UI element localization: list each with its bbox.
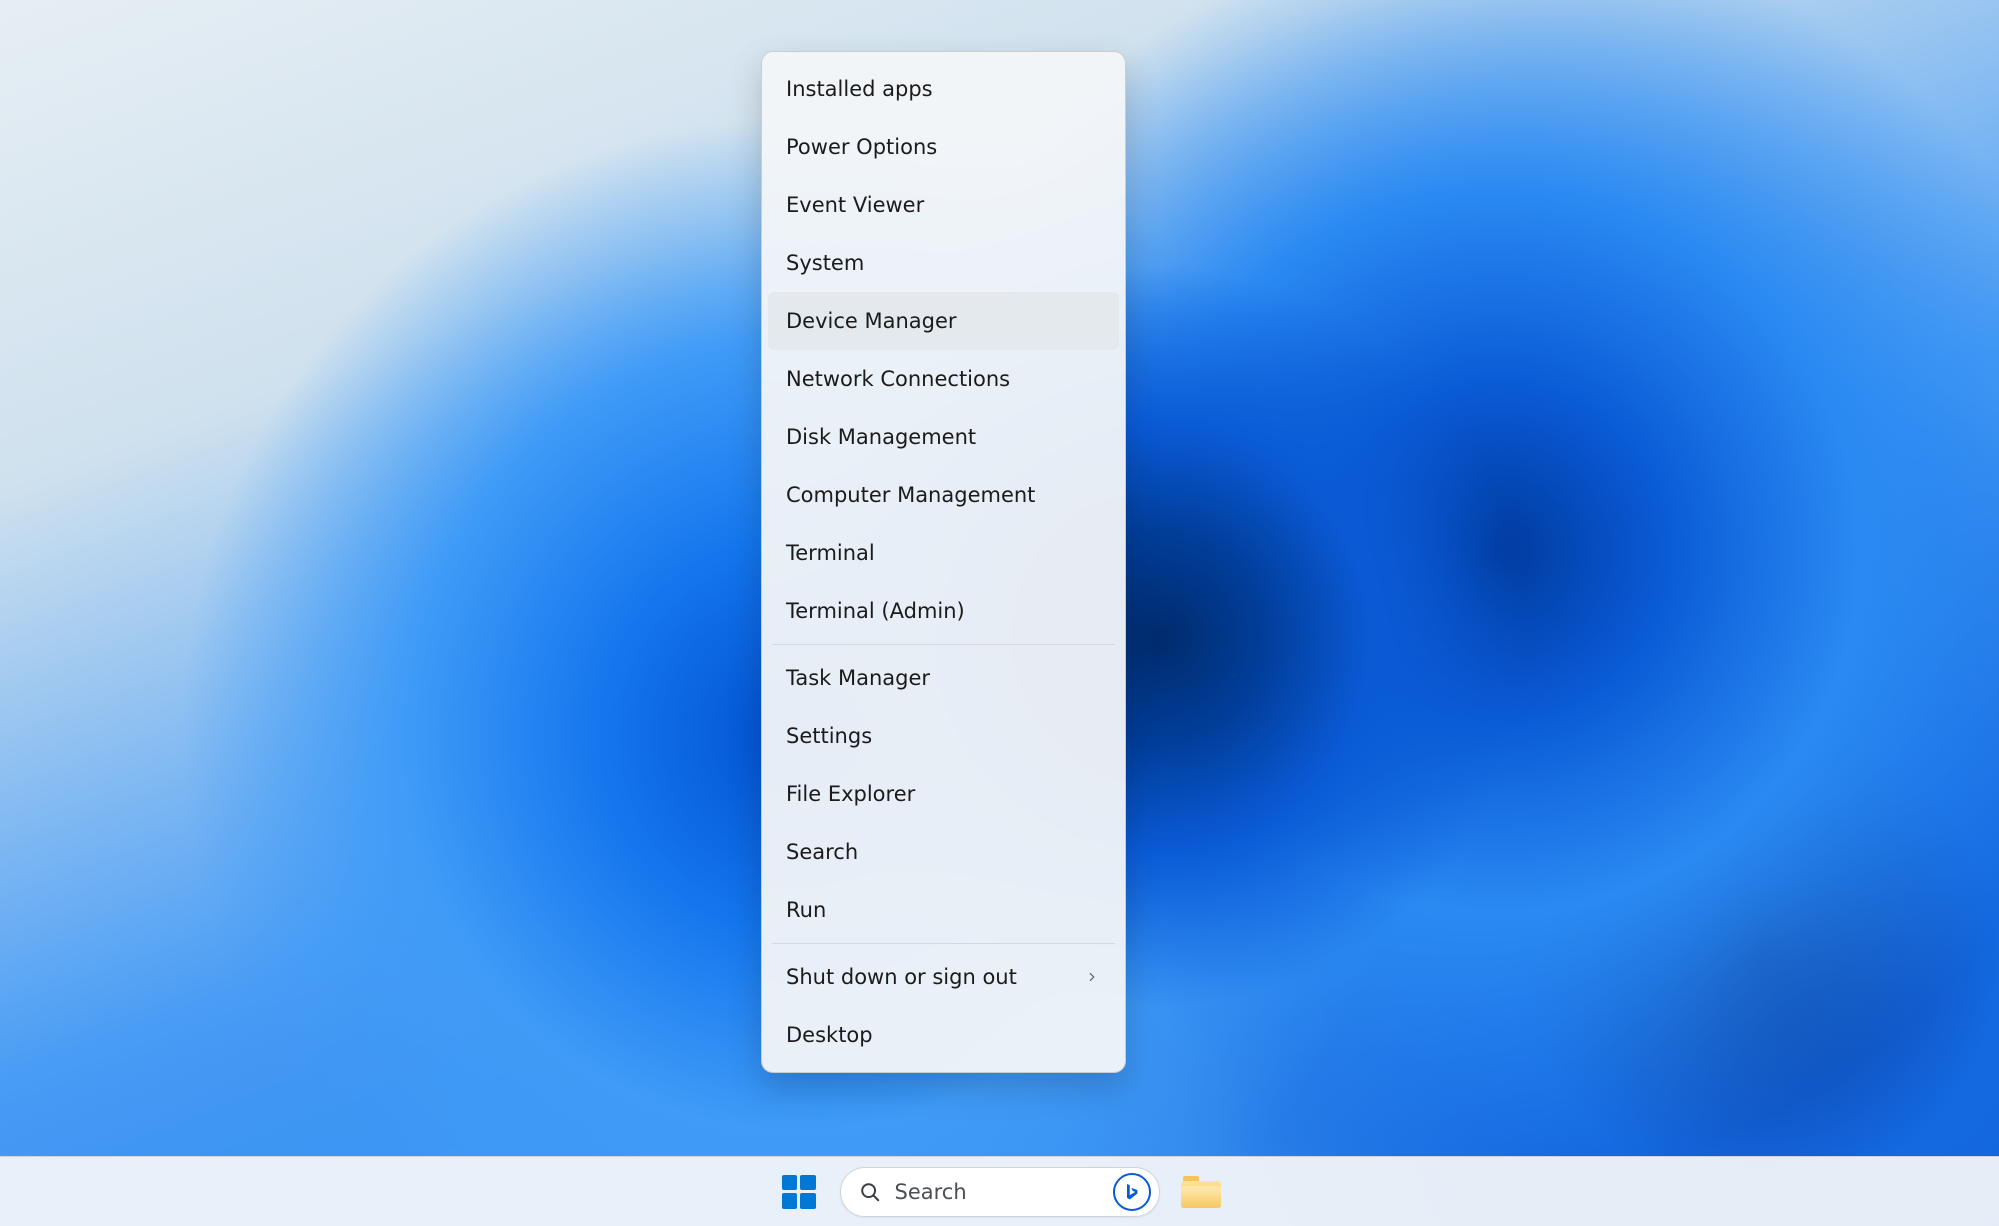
ctx-item-system[interactable]: System — [768, 234, 1119, 292]
ctx-item-label: Installed apps — [786, 77, 933, 101]
ctx-item-label: Disk Management — [786, 425, 976, 449]
ctx-item-label: Terminal — [786, 541, 875, 565]
ctx-item-label: Power Options — [786, 135, 937, 159]
ctx-item-label: Network Connections — [786, 367, 1010, 391]
ctx-item-label: File Explorer — [786, 782, 915, 806]
ctx-item-label: Computer Management — [786, 483, 1035, 507]
ctx-item-disk-management[interactable]: Disk Management — [768, 408, 1119, 466]
start-context-menu: Installed apps Power Options Event Viewer S… — [761, 51, 1126, 1073]
ctx-item-run[interactable]: Run — [768, 881, 1119, 939]
ctx-item-label: Settings — [786, 724, 872, 748]
ctx-item-label: Shut down or sign out — [786, 965, 1017, 989]
ctx-item-search[interactable]: Search — [768, 823, 1119, 881]
ctx-item-event-viewer[interactable]: Event Viewer — [768, 176, 1119, 234]
ctx-separator — [772, 644, 1115, 645]
ctx-item-label: Terminal (Admin) — [786, 599, 965, 623]
ctx-item-installed-apps[interactable]: Installed apps — [768, 60, 1119, 118]
ctx-item-desktop[interactable]: Desktop — [768, 1006, 1119, 1064]
ctx-item-terminal-admin[interactable]: Terminal (Admin) — [768, 582, 1119, 640]
taskbar: Search — [0, 1156, 1999, 1226]
folder-icon — [1181, 1176, 1221, 1208]
ctx-item-label: Search — [786, 840, 858, 864]
ctx-item-shut-down-or-sign-out[interactable]: Shut down or sign out — [768, 948, 1119, 1006]
ctx-item-settings[interactable]: Settings — [768, 707, 1119, 765]
ctx-item-label: Task Manager — [786, 666, 930, 690]
search-placeholder: Search — [895, 1180, 1099, 1204]
ctx-item-label: Desktop — [786, 1023, 873, 1047]
ctx-item-label: Event Viewer — [786, 193, 924, 217]
ctx-item-task-manager[interactable]: Task Manager — [768, 649, 1119, 707]
ctx-item-power-options[interactable]: Power Options — [768, 118, 1119, 176]
ctx-item-file-explorer[interactable]: File Explorer — [768, 765, 1119, 823]
taskbar-search[interactable]: Search — [840, 1167, 1160, 1217]
bing-icon[interactable] — [1113, 1173, 1151, 1211]
ctx-separator — [772, 943, 1115, 944]
start-button[interactable] — [770, 1163, 828, 1221]
chevron-right-icon — [1083, 968, 1101, 986]
ctx-item-device-manager[interactable]: Device Manager — [768, 292, 1119, 350]
ctx-item-terminal[interactable]: Terminal — [768, 524, 1119, 582]
ctx-item-label: Device Manager — [786, 309, 957, 333]
search-icon — [859, 1181, 881, 1203]
ctx-item-computer-management[interactable]: Computer Management — [768, 466, 1119, 524]
ctx-item-label: Run — [786, 898, 826, 922]
windows-logo-icon — [782, 1175, 816, 1209]
ctx-item-network-connections[interactable]: Network Connections — [768, 350, 1119, 408]
ctx-item-label: System — [786, 251, 864, 275]
taskbar-file-explorer[interactable] — [1172, 1163, 1230, 1221]
